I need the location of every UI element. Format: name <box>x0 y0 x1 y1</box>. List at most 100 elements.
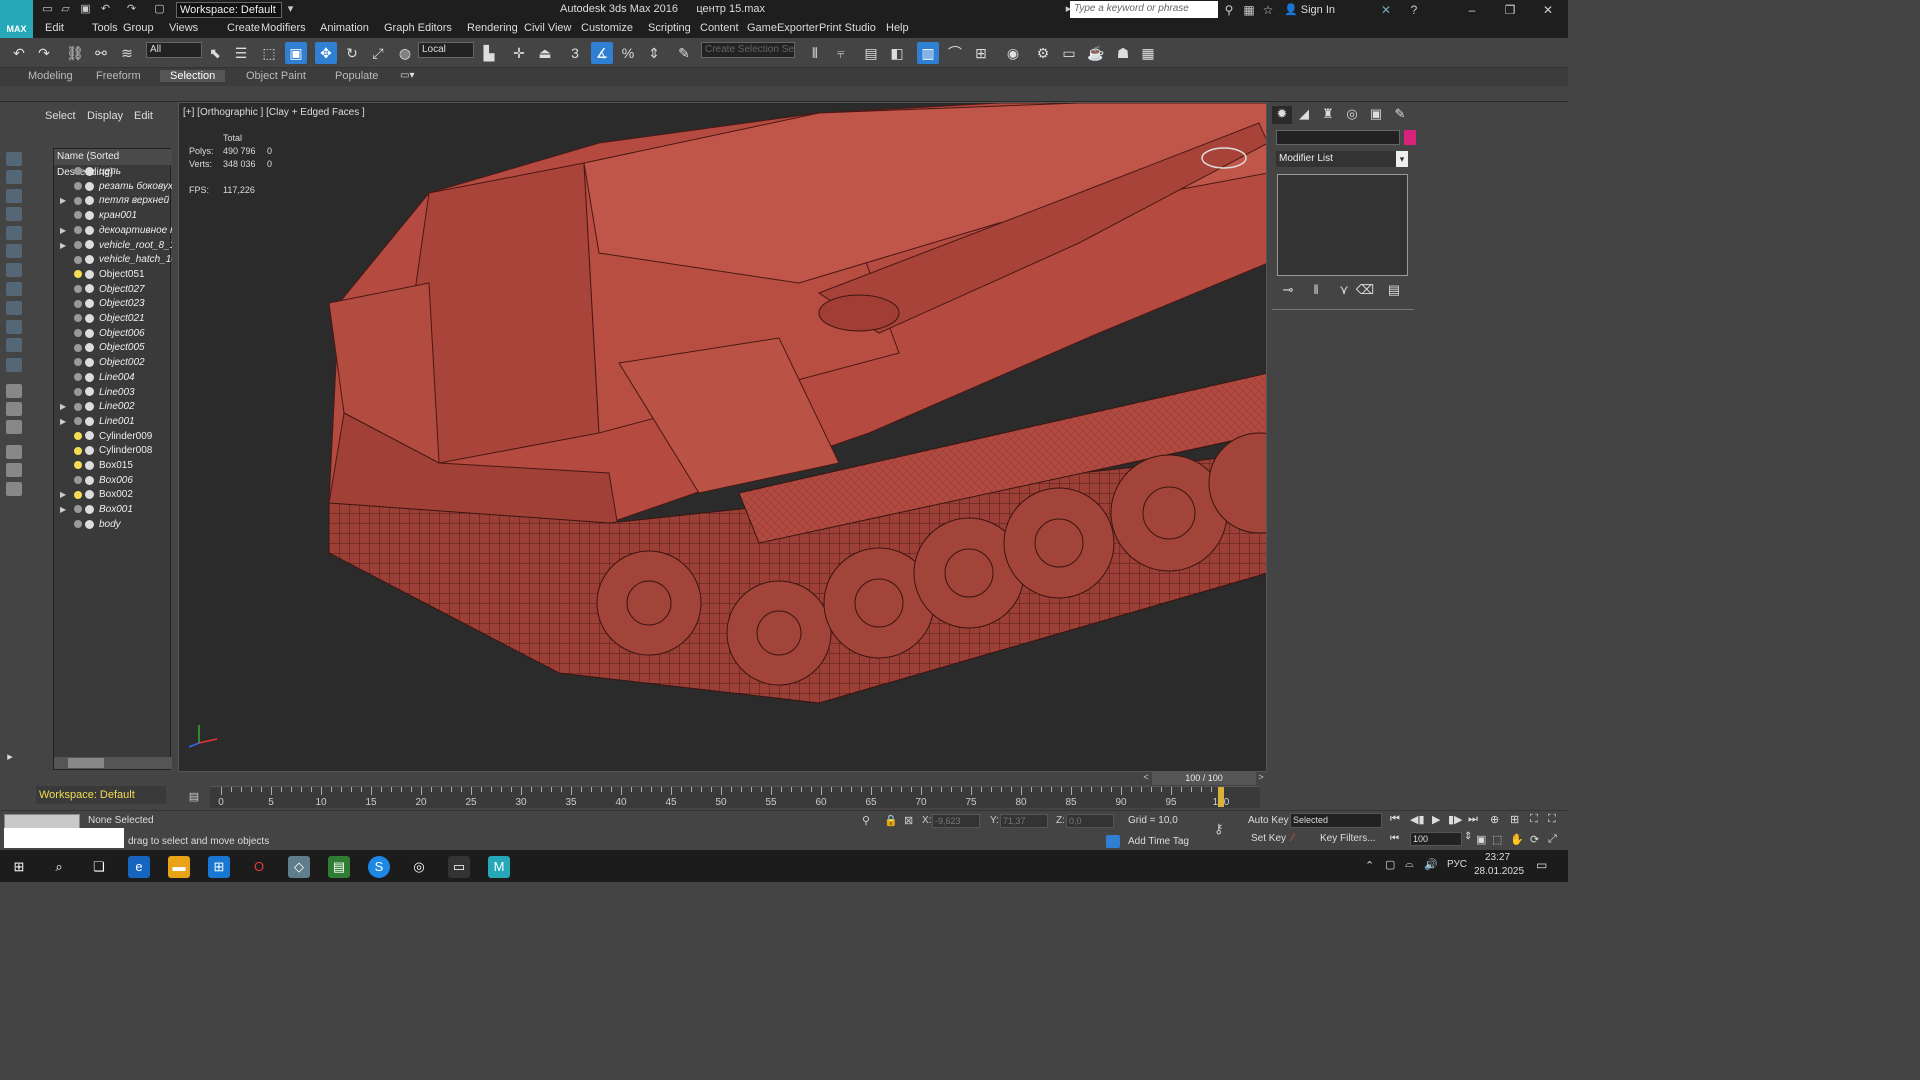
viewport-orthographic[interactable]: [+] [Orthographic ] [Clay + Edged Faces … <box>178 102 1267 772</box>
list-item[interactable]: Object027 <box>54 283 172 298</box>
menu-content[interactable]: Content <box>700 22 739 34</box>
freeze-icon[interactable] <box>85 490 94 500</box>
previous-frame-icon[interactable]: ◀▮ <box>1410 813 1425 826</box>
visibility-icon[interactable] <box>74 196 82 205</box>
light-bulb-icon[interactable] <box>74 446 82 455</box>
freeze-icon[interactable] <box>85 387 94 397</box>
list-item[interactable]: цепь <box>54 165 172 180</box>
volume-icon[interactable]: 🔊 <box>1424 858 1438 871</box>
new-file-icon[interactable]: ▭ <box>40 3 55 16</box>
horizontal-scrollbar[interactable] <box>54 757 172 769</box>
visibility-icon[interactable] <box>74 167 82 176</box>
minimize-icon[interactable]: – <box>1464 2 1480 18</box>
network-icon[interactable]: ⌓ <box>1405 858 1414 871</box>
expand-arrow-icon[interactable]: ▶ <box>60 488 66 502</box>
window-crossing-icon[interactable]: ▣ <box>285 42 307 64</box>
display-panel-icon[interactable]: ▣ <box>1366 106 1386 124</box>
render-cloud-icon[interactable]: ▦ <box>1137 42 1159 64</box>
time-tag-icon[interactable] <box>1106 835 1120 848</box>
menu-help[interactable]: Help <box>886 22 909 34</box>
list-item[interactable]: Line003 <box>54 386 172 401</box>
redo-icon[interactable]: ↷ <box>33 42 55 64</box>
mirror-icon[interactable]: ⫴ <box>804 42 826 64</box>
hierarchy-panel-icon[interactable]: ♜ <box>1318 106 1338 124</box>
render-iterative-icon[interactable]: ☗ <box>1112 42 1134 64</box>
tab-modeling[interactable]: Modeling <box>18 70 83 82</box>
y-coord-field[interactable]: 71,37 <box>1000 814 1048 828</box>
chevron-down-icon[interactable]: ▾ <box>1396 151 1408 167</box>
visibility-icon[interactable] <box>74 284 82 293</box>
key-mode-dropdown[interactable]: Selected <box>1290 813 1382 828</box>
tab-freeform[interactable]: Freeform <box>86 70 151 82</box>
absolute-mode-icon[interactable]: ⊠ <box>904 814 913 827</box>
modifier-list-dropdown[interactable]: Modifier List <box>1276 151 1408 167</box>
freeze-icon[interactable] <box>85 181 94 191</box>
key-filters-button[interactable]: Key Filters... <box>1320 833 1376 844</box>
object-color-swatch[interactable] <box>1404 130 1416 145</box>
list-item[interactable]: ▶ Box002 <box>54 488 172 503</box>
windows-start-icon[interactable]: ⊞ <box>8 856 30 878</box>
light-bulb-icon[interactable] <box>74 431 82 440</box>
close-icon[interactable]: ✕ <box>1540 2 1556 18</box>
expand-arrow-icon[interactable]: ▶ <box>60 194 66 208</box>
list-item[interactable]: vehicle_hatch_10 <box>54 253 172 268</box>
key-mode-toggle-icon[interactable]: ⏮ <box>1390 833 1399 844</box>
menu-animation[interactable]: Animation <box>320 22 369 34</box>
toggle-ribbon-icon[interactable]: ◧ <box>886 42 908 64</box>
save-icon[interactable]: ▣ <box>78 3 93 16</box>
redo-icon[interactable]: ↷ <box>124 3 139 16</box>
tab-edit[interactable]: Edit <box>134 110 153 122</box>
undo-icon[interactable]: ↶ <box>98 3 113 16</box>
list-header[interactable]: Name (Sorted Descending) <box>54 149 172 178</box>
utilities-panel-icon[interactable]: ✎ <box>1390 106 1410 124</box>
pan-icon[interactable]: ✋ <box>1510 833 1524 846</box>
scale-icon[interactable]: ⤢ <box>367 42 389 64</box>
list-item[interactable]: ▶ vehicle_root_8_1 <box>54 239 172 254</box>
explorer-filter-icon-12[interactable] <box>6 358 22 372</box>
key-icon[interactable]: ⚷ <box>1214 821 1224 837</box>
freeze-icon[interactable] <box>85 343 94 353</box>
explorer-filter-icon-16[interactable] <box>6 445 22 459</box>
rect-selection-icon[interactable]: ⬚ <box>258 42 280 64</box>
list-item[interactable]: ▶ Line001 <box>54 415 172 430</box>
workspace-dropdown[interactable]: Workspace: Default <box>176 2 282 18</box>
freeze-icon[interactable] <box>85 372 94 382</box>
tab-object-paint[interactable]: Object Paint <box>236 70 316 82</box>
select-object-icon[interactable]: ⬉ <box>204 42 226 64</box>
list-item[interactable]: Object051 <box>54 268 172 283</box>
sign-in-button[interactable]: 👤 Sign In <box>1284 3 1335 16</box>
visibility-icon[interactable] <box>74 182 82 191</box>
isolate-icon[interactable]: ⚲ <box>862 814 870 827</box>
tray-app-icon[interactable]: ▢ <box>1385 858 1395 871</box>
zoom-icon[interactable]: ⊕ <box>1490 813 1499 826</box>
visibility-icon[interactable] <box>74 211 82 220</box>
show-end-result-icon[interactable]: ‖ <box>1306 282 1326 300</box>
visibility-icon[interactable] <box>74 299 82 308</box>
scene-explorer-icon[interactable]: ▥ <box>917 42 939 64</box>
maxscript-mini-listener[interactable] <box>4 828 124 848</box>
freeze-icon[interactable] <box>85 504 94 514</box>
visibility-icon[interactable] <box>74 314 82 323</box>
list-item[interactable]: Object006 <box>54 327 172 342</box>
menu-graph-editors[interactable]: Graph Editors <box>384 22 452 34</box>
menu-views[interactable]: Views <box>169 22 198 34</box>
explorer-filter-icon-18[interactable] <box>6 482 22 496</box>
freeze-icon[interactable] <box>85 402 94 412</box>
list-item[interactable]: Box015 <box>54 459 172 474</box>
subscription-icon[interactable]: ▦ <box>1241 2 1257 18</box>
object-name-field[interactable] <box>1276 130 1400 145</box>
clock-time[interactable]: 23:27 <box>1485 852 1510 863</box>
zoom-all-icon[interactable]: ⊞ <box>1510 813 1519 826</box>
explorer-filter-icon-3[interactable] <box>6 189 22 203</box>
tray-chevron-icon[interactable]: ⌃ <box>1365 859 1374 872</box>
list-item[interactable]: Cylinder009 <box>54 430 172 445</box>
app-icon-2[interactable]: ▤ <box>328 856 350 878</box>
undo-icon[interactable]: ↶ <box>8 42 30 64</box>
edge-icon[interactable]: e <box>128 856 150 878</box>
notifications-icon[interactable]: ▭ <box>1536 858 1547 872</box>
explorer-filter-icon-11[interactable] <box>6 338 22 352</box>
move-icon[interactable]: ✥ <box>315 42 337 64</box>
freeze-icon[interactable] <box>85 475 94 485</box>
freeze-icon[interactable] <box>85 446 94 456</box>
search-input[interactable]: Type a keyword or phrase <box>1070 1 1218 18</box>
